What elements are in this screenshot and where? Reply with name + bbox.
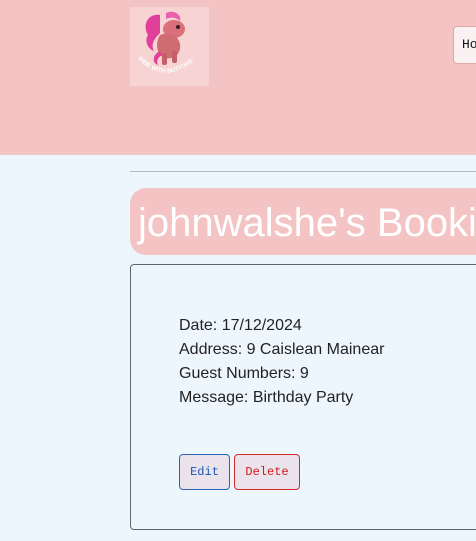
pony-logo-icon: RIDE WITH BUTTONS [137, 11, 195, 75]
booking-message: Message: Birthday Party [179, 389, 354, 406]
edit-button[interactable]: Edit [179, 454, 230, 490]
booking-guest-numbers: Guest Numbers: 9 [179, 365, 309, 382]
booking-date: Date: 17/12/2024 [179, 317, 302, 334]
nav-home-label: Home [462, 37, 476, 52]
booking-address: Address: 9 Caislean Mainear [179, 341, 385, 358]
page-title-text: johnwalshe's Booking [138, 201, 476, 245]
site-logo[interactable]: RIDE WITH BUTTONS [130, 7, 209, 86]
delete-button[interactable]: Delete [234, 454, 300, 490]
site-header: RIDE WITH BUTTONS Home [0, 0, 476, 155]
nav-home-button[interactable]: Home [453, 26, 476, 64]
page-title: johnwalshe's Booking [130, 188, 476, 255]
section-divider [130, 171, 476, 172]
booking-card: Date: 17/12/2024 Address: 9 Caislean Mai… [130, 264, 476, 530]
